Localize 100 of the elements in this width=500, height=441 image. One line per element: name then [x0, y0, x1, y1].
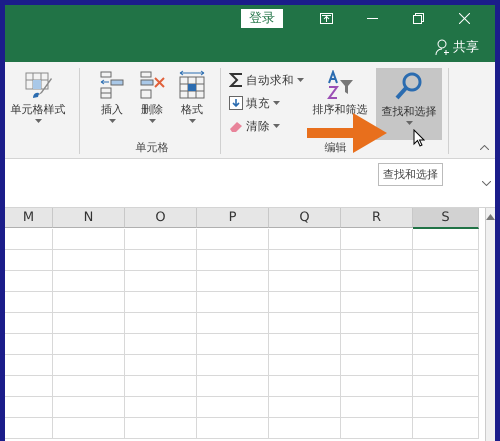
cell-styles-icon	[23, 70, 53, 100]
column-header[interactable]: P	[197, 208, 269, 228]
caret-icon	[273, 101, 280, 105]
table-cell	[197, 397, 269, 418]
table-cell	[125, 418, 197, 439]
table-cell	[413, 397, 479, 418]
fill-down-icon	[229, 96, 243, 110]
table-cell	[197, 376, 269, 397]
table-cell	[53, 334, 125, 355]
caret-icon	[188, 119, 196, 123]
table-cell	[269, 250, 341, 271]
table-cell	[269, 271, 341, 292]
restore-icon	[412, 12, 424, 24]
table-cell	[269, 229, 341, 250]
table-cell	[53, 355, 125, 376]
table-cell	[53, 397, 125, 418]
column-header[interactable]: N	[53, 208, 125, 228]
table-cell	[197, 418, 269, 439]
table-cell	[125, 271, 197, 292]
group-label: 单元格	[136, 140, 168, 154]
table-cell	[269, 334, 341, 355]
table-cell	[53, 292, 125, 313]
ribbon-button[interactable]: 删除	[134, 68, 170, 140]
table-cell	[53, 250, 125, 271]
mouse-pointer-icon	[413, 129, 425, 147]
table-cell	[5, 418, 53, 439]
table-cell	[341, 271, 413, 292]
ribbon-button[interactable]: 插入	[94, 68, 130, 140]
search-icon	[394, 70, 424, 102]
ribbon-button[interactable]: 格式	[174, 68, 210, 140]
tooltip: 查找和选择	[378, 163, 443, 186]
table-cell	[5, 376, 53, 397]
column-header[interactable]: O	[125, 208, 197, 228]
table-cell	[5, 271, 53, 292]
table-cell	[413, 250, 479, 271]
table-cell	[53, 229, 125, 250]
table-cell	[341, 250, 413, 271]
table-cell	[413, 334, 479, 355]
format-cells-icon	[177, 70, 207, 100]
table-cell	[197, 313, 269, 334]
table-cell	[413, 229, 479, 250]
table-cell	[197, 334, 269, 355]
table-cell	[125, 397, 197, 418]
ribbon-button[interactable]: 自动求和	[229, 70, 304, 90]
caret-icon	[34, 119, 42, 123]
column-header[interactable]: S	[413, 208, 479, 229]
table-cell	[53, 271, 125, 292]
ribbon-button[interactable]: 清除	[229, 116, 304, 136]
table-cell	[413, 355, 479, 376]
column-header[interactable]: M	[5, 208, 53, 228]
table-cell	[197, 355, 269, 376]
table-cell	[125, 292, 197, 313]
share-button[interactable]: 共享	[435, 38, 479, 56]
table-cell	[413, 376, 479, 397]
vertical-scrollbar[interactable]	[485, 208, 495, 441]
column-header[interactable]: R	[341, 208, 413, 228]
person-add-icon	[435, 38, 451, 54]
table-cell	[341, 418, 413, 439]
ribbon-button[interactable]: 填充	[229, 93, 304, 113]
sort-filter-button[interactable]: 排序和筛选	[308, 68, 372, 140]
scroll-up-icon[interactable]	[486, 214, 495, 220]
expand-icon[interactable]	[482, 180, 491, 186]
group-label: 编辑	[324, 140, 346, 154]
table-cell	[413, 418, 479, 439]
table-cell	[125, 376, 197, 397]
table-cell	[341, 376, 413, 397]
sigma-icon	[229, 72, 243, 88]
find-select-button[interactable]: 查找和选择	[376, 68, 442, 140]
sign-in-button[interactable]: 登录	[241, 8, 283, 28]
table-cell	[197, 229, 269, 250]
caret-icon	[148, 119, 156, 123]
table-cell	[341, 313, 413, 334]
table-cell	[341, 292, 413, 313]
table-cell	[269, 418, 341, 439]
table-cell	[53, 313, 125, 334]
table-cell	[413, 292, 479, 313]
column-header[interactable]: Q	[269, 208, 341, 228]
table-cell	[5, 397, 53, 418]
table-cell	[5, 292, 53, 313]
table-cell	[197, 271, 269, 292]
caret-icon	[108, 119, 116, 123]
table-cell	[413, 313, 479, 334]
table-cell	[341, 355, 413, 376]
eraser-icon	[229, 120, 243, 132]
cell-styles-button[interactable]: 单元格样式	[5, 68, 71, 154]
sort-filter-icon	[325, 70, 355, 100]
caret-icon	[406, 121, 412, 125]
table-cell	[53, 418, 125, 439]
table-cell	[125, 313, 197, 334]
table-cell	[269, 376, 341, 397]
table-cell	[341, 334, 413, 355]
ribbon-display-icon	[320, 12, 332, 24]
collapse-ribbon-icon[interactable]	[480, 145, 489, 150]
table-cell	[125, 355, 197, 376]
table-cell	[341, 397, 413, 418]
table-cell	[269, 397, 341, 418]
caret-icon	[273, 124, 280, 128]
table-cell	[125, 334, 197, 355]
close-icon	[458, 12, 470, 24]
table-cell	[269, 313, 341, 334]
